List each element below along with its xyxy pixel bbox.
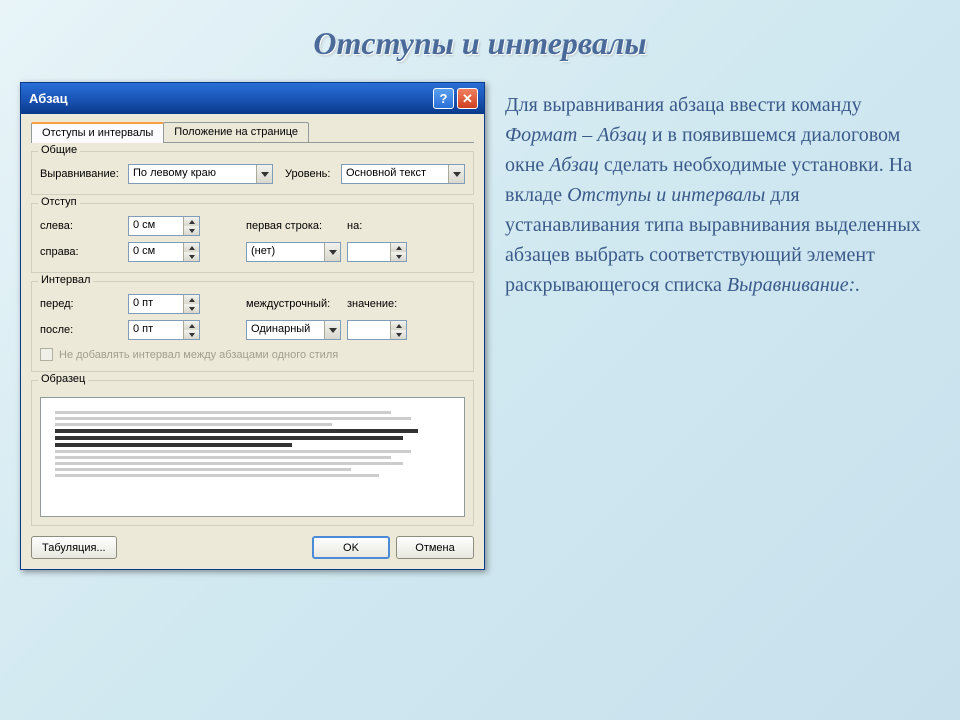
group-general-label: Общие	[38, 144, 80, 156]
linespacing-combo[interactable]: Одинарный	[246, 320, 341, 340]
after-label: после:	[40, 324, 122, 336]
help-button[interactable]: ?	[433, 88, 454, 109]
indent-left-spin[interactable]: 0 см	[128, 216, 200, 236]
titlebar[interactable]: Абзац ? ✕	[21, 83, 484, 114]
by-spin[interactable]	[347, 242, 407, 262]
group-preview-label: Образец	[38, 373, 88, 385]
chevron-down-icon	[324, 243, 340, 261]
before-label: перед:	[40, 298, 122, 310]
group-spacing: Интервал перед: 0 пт междустрочный: знач…	[31, 281, 474, 372]
cancel-button[interactable]: Отмена	[396, 536, 474, 559]
noadd-checkbox[interactable]: Не добавлять интервал между абзацами одн…	[40, 348, 465, 361]
preview-box	[40, 397, 465, 517]
description-text: Для выравнивания абзаца ввести команду Ф…	[505, 82, 940, 570]
firstline-label: первая строка:	[246, 220, 341, 232]
group-indent: Отступ слева: 0 см первая строка: на: сп…	[31, 203, 474, 273]
chevron-down-icon	[448, 165, 464, 183]
chevron-down-icon	[256, 165, 272, 183]
paragraph-dialog: Абзац ? ✕ Отступы и интервалы Положение …	[20, 82, 485, 570]
slide-title: Отступы и интервалы	[0, 0, 960, 82]
window-title: Абзац	[29, 91, 68, 106]
ok-button[interactable]: OK	[312, 536, 390, 559]
indent-right-label: справа:	[40, 246, 122, 258]
indent-right-spin[interactable]: 0 см	[128, 242, 200, 262]
by-label: на:	[347, 220, 377, 232]
group-general: Общие Выравнивание: По левому краю Урове…	[31, 151, 474, 195]
before-spin[interactable]: 0 пт	[128, 294, 200, 314]
firstline-combo[interactable]: (нет)	[246, 242, 341, 262]
tab-indents[interactable]: Отступы и интервалы	[31, 122, 164, 143]
alignment-label: Выравнивание:	[40, 168, 122, 180]
checkbox-icon	[40, 348, 53, 361]
indent-left-label: слева:	[40, 220, 122, 232]
tabs-button[interactable]: Табуляция...	[31, 536, 117, 559]
level-label: Уровень:	[285, 168, 335, 180]
at-label: значение:	[347, 298, 397, 310]
at-spin[interactable]	[347, 320, 407, 340]
after-spin[interactable]: 0 пт	[128, 320, 200, 340]
tab-position[interactable]: Положение на странице	[163, 122, 309, 142]
close-button[interactable]: ✕	[457, 88, 478, 109]
tab-strip: Отступы и интервалы Положение на страниц…	[31, 122, 474, 143]
alignment-combo[interactable]: По левому краю	[128, 164, 273, 184]
group-indent-label: Отступ	[38, 196, 80, 208]
linespacing-label: междустрочный:	[246, 298, 341, 310]
group-spacing-label: Интервал	[38, 274, 93, 286]
chevron-down-icon	[324, 321, 340, 339]
level-combo[interactable]: Основной текст	[341, 164, 465, 184]
group-preview: Образец	[31, 380, 474, 526]
